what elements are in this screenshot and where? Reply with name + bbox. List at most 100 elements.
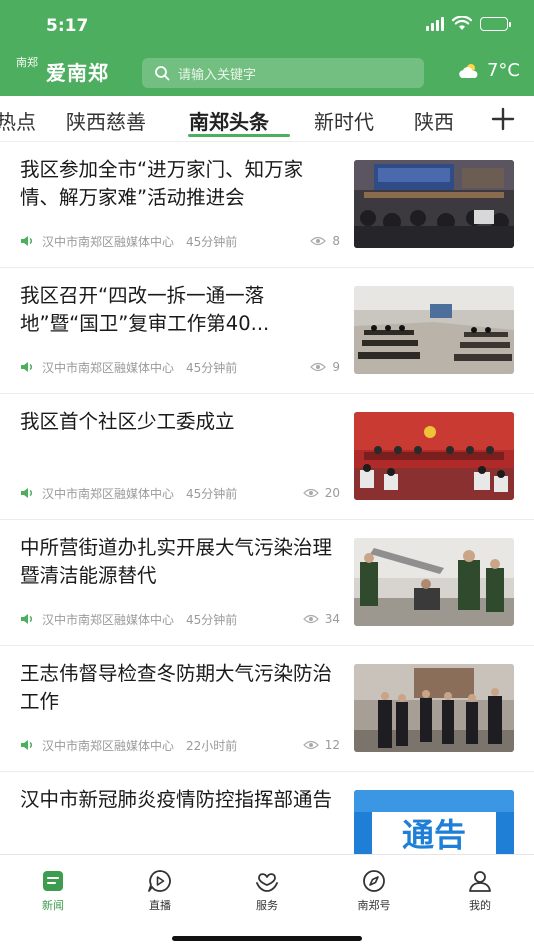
news-source: 汉中市南郑区融媒体中心 bbox=[42, 612, 175, 627]
news-feed: 我区参加全市“进万家门、知万家情、解万家难”活动推进会 汉中市南郑区融媒体中心 … bbox=[0, 142, 534, 854]
active-tab-indicator bbox=[188, 134, 290, 137]
nav-label: 服务 bbox=[256, 899, 278, 912]
status-bar: 5:17 bbox=[0, 0, 534, 52]
view-count-value: 8 bbox=[332, 234, 340, 248]
view-count: 9 bbox=[310, 360, 340, 374]
compass-icon bbox=[363, 870, 385, 892]
news-item[interactable]: 汉中市新冠肺炎疫情防控指挥部通告 通告 bbox=[0, 772, 534, 854]
news-time: 45分钟前 bbox=[186, 486, 238, 501]
nav-label: 直播 bbox=[149, 899, 171, 912]
eye-icon bbox=[302, 488, 319, 498]
news-thumbnail[interactable] bbox=[354, 160, 514, 248]
search-icon bbox=[155, 66, 170, 81]
eye-icon bbox=[302, 614, 319, 624]
conference-room-image bbox=[354, 286, 514, 374]
news-title: 王志伟督导检查冬防期大气污染防治工作 bbox=[20, 662, 333, 713]
news-time: 22小时前 bbox=[186, 738, 238, 753]
logo-seal: 南郑 bbox=[16, 56, 38, 69]
nav-label: 我的 bbox=[469, 899, 491, 912]
nav-nanzheng-account[interactable]: 南郑号 bbox=[334, 869, 414, 913]
news-time: 45分钟前 bbox=[186, 612, 238, 627]
news-time: 45分钟前 bbox=[186, 360, 238, 375]
tab-nanzheng-headlines[interactable]: 南郑头条 bbox=[189, 106, 269, 135]
category-tabs: 热点 陕西慈善 南郑头条 新时代 陕西 bbox=[0, 96, 534, 142]
search-placeholder: 请输入关键字 bbox=[178, 67, 257, 83]
news-thumbnail[interactable] bbox=[354, 664, 514, 752]
workers-pipe-image bbox=[354, 538, 514, 626]
profile-icon bbox=[469, 871, 491, 892]
search-input[interactable]: 请输入关键字 bbox=[142, 58, 424, 88]
news-meta: 汉中市南郑区融媒体中心 45分钟前 34 bbox=[20, 610, 340, 628]
nav-news[interactable]: 新闻 bbox=[13, 869, 93, 913]
news-title: 汉中市新冠肺炎疫情防控指挥部通告 bbox=[20, 788, 333, 811]
temperature: 7°C bbox=[486, 60, 520, 81]
news-meta: 汉中市南郑区融媒体中心 45分钟前 8 bbox=[20, 232, 340, 250]
battery-icon bbox=[480, 16, 511, 31]
news-meta: 汉中市南郑区融媒体中心 45分钟前 20 bbox=[20, 484, 340, 502]
nav-label: 南郑号 bbox=[357, 899, 391, 912]
view-count-value: 34 bbox=[324, 612, 340, 626]
eye-icon bbox=[310, 236, 327, 246]
tab-shaanxi[interactable]: 陕西 bbox=[414, 106, 454, 135]
weather-widget[interactable]: 7°C bbox=[457, 60, 520, 81]
view-count: 20 bbox=[302, 486, 340, 500]
news-time: 45分钟前 bbox=[186, 234, 238, 249]
news-item[interactable]: 我区召开“四改一拆一通一落地”暨“国卫”复审工作第40... 汉中市南郑区融媒体… bbox=[0, 268, 534, 394]
app-name: 爱南郑 bbox=[46, 60, 109, 85]
audio-speaker-icon[interactable] bbox=[20, 235, 34, 247]
view-count-value: 9 bbox=[332, 360, 340, 374]
partly-cloudy-icon bbox=[459, 63, 478, 78]
eye-icon bbox=[310, 362, 327, 372]
nav-service[interactable]: 服务 bbox=[227, 869, 307, 913]
news-meta: 汉中市南郑区融媒体中心 45分钟前 9 bbox=[20, 358, 340, 376]
audio-speaker-icon[interactable] bbox=[20, 739, 34, 751]
home-indicator[interactable] bbox=[172, 936, 362, 941]
notice-banner-image: 通告 bbox=[354, 790, 514, 854]
status-icons bbox=[426, 16, 511, 31]
news-thumbnail[interactable] bbox=[354, 286, 514, 374]
tab-new-era[interactable]: 新时代 bbox=[314, 106, 374, 135]
news-item[interactable]: 我区首个社区少工委成立 汉中市南郑区融媒体中心 45分钟前 20 bbox=[0, 394, 534, 520]
nav-profile[interactable]: 我的 bbox=[440, 869, 520, 913]
news-thumbnail[interactable] bbox=[354, 538, 514, 626]
nav-live[interactable]: 直播 bbox=[120, 869, 200, 913]
news-thumbnail[interactable] bbox=[354, 412, 514, 500]
live-icon bbox=[148, 870, 171, 892]
audio-speaker-icon[interactable] bbox=[20, 361, 34, 373]
ceremony-stage-image bbox=[354, 412, 514, 500]
view-count: 34 bbox=[302, 612, 340, 626]
view-count: 8 bbox=[310, 234, 340, 248]
add-tab-plus-icon[interactable] bbox=[486, 102, 520, 136]
news-source: 汉中市南郑区融媒体中心 bbox=[42, 234, 175, 249]
app-logo[interactable]: 南郑 爱南郑 bbox=[14, 56, 109, 86]
news-source: 汉中市南郑区融媒体中心 bbox=[42, 486, 175, 501]
view-count: 12 bbox=[302, 738, 340, 752]
news-item[interactable]: 王志伟督导检查冬防期大气污染防治工作 汉中市南郑区融媒体中心 22小时前 12 bbox=[0, 646, 534, 772]
view-count-value: 20 bbox=[324, 486, 340, 500]
nav-label: 新闻 bbox=[42, 899, 64, 912]
news-title: 我区召开“四改一拆一通一落地”暨“国卫”复审工作第40... bbox=[20, 284, 270, 335]
cellular-signal-icon bbox=[426, 16, 444, 31]
service-icon bbox=[256, 873, 278, 892]
app-bar: 南郑 爱南郑 请输入关键字 7°C bbox=[0, 52, 534, 96]
audio-speaker-icon[interactable] bbox=[20, 613, 34, 625]
news-title: 中所营街道办扎实开展大气污染治理暨清洁能源替代 bbox=[20, 536, 333, 587]
app-header: 5:17 南郑 爱南郑 请输入关键字 7°C bbox=[0, 0, 534, 96]
news-icon bbox=[43, 871, 63, 891]
meeting-hall-image bbox=[354, 160, 514, 248]
news-meta: 汉中市南郑区融媒体中心 22小时前 12 bbox=[20, 736, 340, 754]
news-item[interactable]: 我区参加全市“进万家门、知万家情、解万家难”活动推进会 汉中市南郑区融媒体中心 … bbox=[0, 142, 534, 268]
news-source: 汉中市南郑区融媒体中心 bbox=[42, 738, 175, 753]
wifi-icon bbox=[452, 16, 472, 30]
view-count-value: 12 bbox=[324, 738, 340, 752]
news-thumbnail[interactable]: 通告 bbox=[354, 790, 514, 854]
tab-hot[interactable]: 热点 bbox=[0, 106, 36, 135]
news-title: 我区首个社区少工委成立 bbox=[20, 410, 235, 433]
news-item[interactable]: 中所营街道办扎实开展大气污染治理暨清洁能源替代 汉中市南郑区融媒体中心 45分钟… bbox=[0, 520, 534, 646]
eye-icon bbox=[302, 740, 319, 750]
status-time: 5:17 bbox=[46, 16, 89, 36]
tab-shaanxi-charity[interactable]: 陕西慈善 bbox=[66, 106, 146, 135]
news-title: 我区参加全市“进万家门、知万家情、解万家难”活动推进会 bbox=[20, 158, 304, 209]
notice-image-text: 通告 bbox=[402, 816, 466, 854]
audio-speaker-icon[interactable] bbox=[20, 487, 34, 499]
